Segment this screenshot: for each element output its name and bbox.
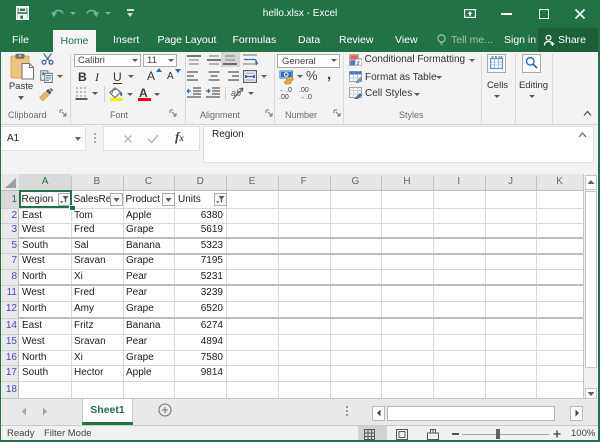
svg-text:z: z bbox=[357, 60, 360, 66]
